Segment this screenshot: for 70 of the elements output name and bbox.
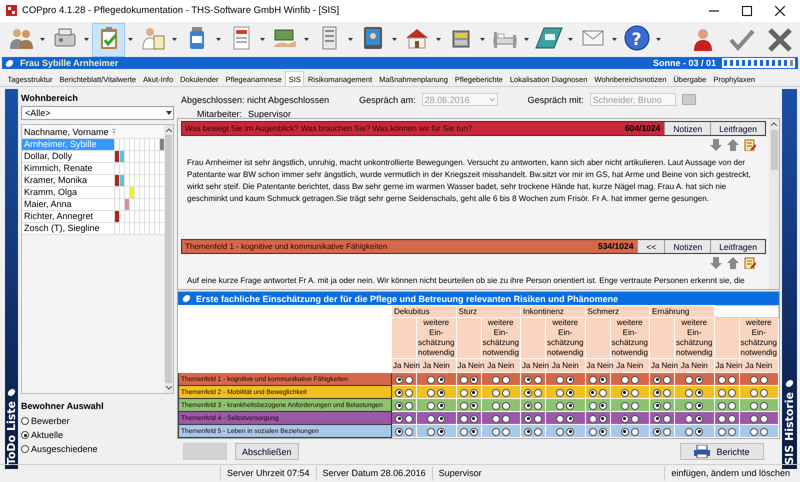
- column-header: Ja: [680, 361, 690, 370]
- unit-label: Sonne - 03 / 01: [652, 58, 716, 68]
- area-dropdown[interactable]: <Alle>: [21, 106, 174, 120]
- column-header: Nein: [433, 361, 450, 370]
- reports-button[interactable]: Berichte: [680, 443, 764, 460]
- patient-name: Frau Sybille Arnheimer: [20, 58, 120, 68]
- column-header: Ja: [522, 361, 530, 370]
- header-button[interactable]: <<: [637, 240, 664, 254]
- column-header: Schmerz: [585, 306, 650, 318]
- section-text: Frau Arnheimer ist sehr ängstlich, unruhig, macht unkontrollierte Bewegungen. Versucht zu antworten, kann sich aber nicht artikulieren. Laut Aussage von der Patentante war BW schon immer sehr ängstlich, wurde vermutlich in der Kriegszeit misshandelt. Bw.sitzt vor mir im GS, hat Arme und Beine von sich gestreckt, wirkt sehr steif. Die Patentante berichtet, dass Bw sehr gerne im warmen Wasser badet, sehr trockene Hände hat, kurze Nägel mag. Frau A. hat sich nie geschminkt und kaum Schmuck getragen.Sie trägt sehr gerne Seidenschals, geht alle 6 bis 8 Wochen zum Frisör. Fr A. hat immer gerne gesungen.: [186, 157, 752, 206]
- column-header: Ernährung: [650, 306, 714, 318]
- column-header: Nein: [532, 361, 549, 370]
- column-header: Ja: [651, 361, 660, 370]
- column-header: Nein: [691, 361, 708, 370]
- field-label: Gespräch mit:: [528, 94, 584, 105]
- column-header: Nein: [498, 361, 514, 370]
- radio-label[interactable]: Aktuelle: [31, 430, 64, 440]
- column-header: Nein: [661, 361, 678, 370]
- section-title: Themenfeld 1 - kognitive und kommunikative Fähigkeiten: [184, 241, 388, 254]
- column-header: Nein: [756, 361, 772, 370]
- field-label: Mitarbeiter:: [197, 109, 242, 120]
- section-title: Was bewegt Sie im Augenblick? Was brauchen Sie? Was können wir für Sie tun?: [184, 123, 474, 136]
- status-text: Abgeschlossen: nicht Abgeschlossen: [181, 94, 330, 105]
- character-count: 534/1024: [598, 240, 634, 254]
- field-value: Supervisor: [248, 109, 292, 120]
- status-text: einfügen, ändern und löschen: [664, 466, 796, 482]
- column-header: Nein: [468, 361, 484, 370]
- radio-label[interactable]: Ausgeschiedene: [31, 444, 98, 454]
- window-title: COPpro 4.1.28 - Pflegedokumentation - THS-Software GmbH Winfib - [SIS]: [22, 5, 340, 16]
- section-label: Wohnbereich: [21, 93, 79, 104]
- character-count: 604/1024: [624, 122, 662, 136]
- radio-label[interactable]: Bewerber: [31, 416, 70, 426]
- column-header: Ja: [552, 361, 560, 370]
- strip-label: SIS Historie: [783, 392, 796, 466]
- column-header: Nein: [562, 361, 579, 370]
- column-header: Sturz: [456, 306, 520, 318]
- header-button[interactable]: Leitfragen: [710, 122, 765, 136]
- strip-label: ToDo Liste: [5, 400, 18, 466]
- field-label: Gespräch am:: [359, 94, 416, 105]
- column-header: Inkontinenz: [520, 306, 585, 318]
- column-header: Nein: [726, 361, 742, 370]
- column-header: Nein: [626, 361, 644, 370]
- status-text: Server Uhrzeit 07:54: [220, 466, 316, 482]
- header-button[interactable]: Leitfragen: [710, 240, 765, 254]
- column-header: weitere Ein- schätzung notwendig: [674, 318, 714, 359]
- column-header: Nein: [403, 361, 420, 370]
- column-header: Ja: [458, 361, 466, 370]
- toolbar-button[interactable]: ?: [620, 22, 653, 57]
- column-header: weitere Ein- schätzung notwendig: [610, 318, 650, 359]
- status-text: Supervisor: [432, 466, 488, 482]
- column-header: Ja: [716, 361, 724, 370]
- column-header: Ja: [586, 361, 595, 370]
- column-header: weitere Ein- schätzung notwendig: [739, 318, 778, 359]
- column-header: weitere Ein- schätzung notwendig: [481, 318, 520, 359]
- header-button[interactable]: Notizen: [664, 240, 710, 254]
- column-header: Dekubitus: [392, 306, 456, 318]
- column-header: Ja: [393, 361, 402, 370]
- column-header: Ja: [745, 361, 754, 370]
- column-header: Ja: [422, 361, 432, 370]
- column-header: Ja: [487, 361, 496, 370]
- panel-title: Erste fachliche Einschätzung der für die Pflege und Betreuung relevanten Risiken und Phänomene: [196, 294, 618, 304]
- section-text: Auf eine kurze Frage antwortet Fr A. mit ja oder nein. Wir können nicht beurteilen ob sie zu ihre Person orientiert ist. Enge vertraute Personen erkennt sie, die: [186, 275, 746, 288]
- column-header: Nein: [596, 361, 614, 370]
- section-label: Bewohner Auswahl: [21, 401, 105, 412]
- column-header: weitere Ein- schätzung notwendig: [416, 318, 456, 359]
- action-button[interactable]: Abschließen: [235, 443, 299, 460]
- header-button[interactable]: Notizen: [664, 122, 710, 136]
- column-header: Ja: [616, 361, 625, 370]
- column-header: weitere Ein- schätzung notwendig: [546, 318, 585, 359]
- status-text: Server Datum 28.06.2016: [316, 466, 432, 482]
